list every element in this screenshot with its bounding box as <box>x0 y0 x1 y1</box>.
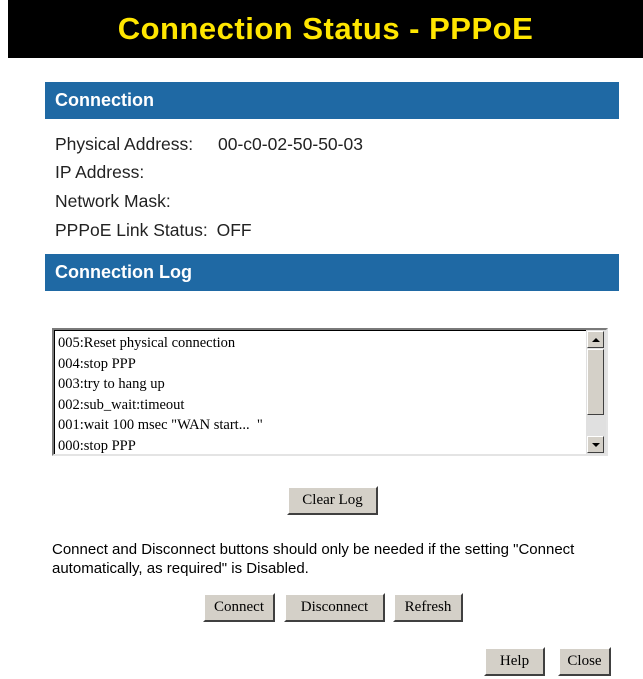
connection-log-header-label: Connection Log <box>55 262 192 282</box>
log-text-area[interactable]: 005:Reset physical connection 004:stop PP… <box>54 330 586 454</box>
log-line: 001:wait 100 msec "WAN start... " <box>58 417 263 433</box>
disconnect-button[interactable]: Disconnect <box>284 593 385 622</box>
clear-log-button[interactable]: Clear Log <box>287 486 378 515</box>
arrow-up-icon <box>591 337 600 342</box>
scroll-down-button[interactable] <box>587 436 604 453</box>
ip-address-label: IP Address: <box>55 162 145 182</box>
connection-header-label: Connection <box>55 90 154 110</box>
connection-section-header: Connection <box>45 82 619 119</box>
log-line: 000:stop PPP <box>58 437 136 454</box>
physical-address-value: 00-c0-02-50-50-03 <box>218 134 363 154</box>
connection-log-textarea[interactable]: 005:Reset physical connection 004:stop PP… <box>52 328 608 456</box>
physical-address-row: Physical Address: 00-c0-02-50-50-03 <box>55 132 363 156</box>
title-bar: Connection Status - PPPoE <box>8 0 643 58</box>
network-mask-row: Network Mask: <box>55 189 176 213</box>
close-button[interactable]: Close <box>558 647 611 676</box>
connection-log-section-header: Connection Log <box>45 254 619 291</box>
network-mask-label: Network Mask: <box>55 191 171 211</box>
pppoe-link-status-label: PPPoE Link Status: <box>55 220 208 240</box>
connect-button[interactable]: Connect <box>203 593 275 622</box>
log-scrollbar[interactable] <box>586 330 606 454</box>
page-title: Connection Status - PPPoE <box>117 11 534 46</box>
pppoe-link-status-row: PPPoE Link Status: OFF <box>55 218 252 242</box>
log-line: 004:stop PPP <box>58 355 136 372</box>
scroll-up-button[interactable] <box>587 331 604 348</box>
arrow-down-icon <box>591 442 600 447</box>
ip-address-row: IP Address: <box>55 160 149 184</box>
log-line: 002:sub_wait:timeout <box>58 396 185 413</box>
log-line: 003:try to hang up <box>58 376 165 392</box>
help-button[interactable]: Help <box>484 647 545 676</box>
scroll-thumb[interactable] <box>587 349 604 415</box>
connect-note: Connect and Disconnect buttons should on… <box>52 541 575 577</box>
pppoe-link-status-value: OFF <box>216 220 252 240</box>
log-line: 005:Reset physical connection <box>58 335 236 351</box>
physical-address-label: Physical Address: <box>55 134 194 154</box>
refresh-button[interactable]: Refresh <box>393 593 463 622</box>
